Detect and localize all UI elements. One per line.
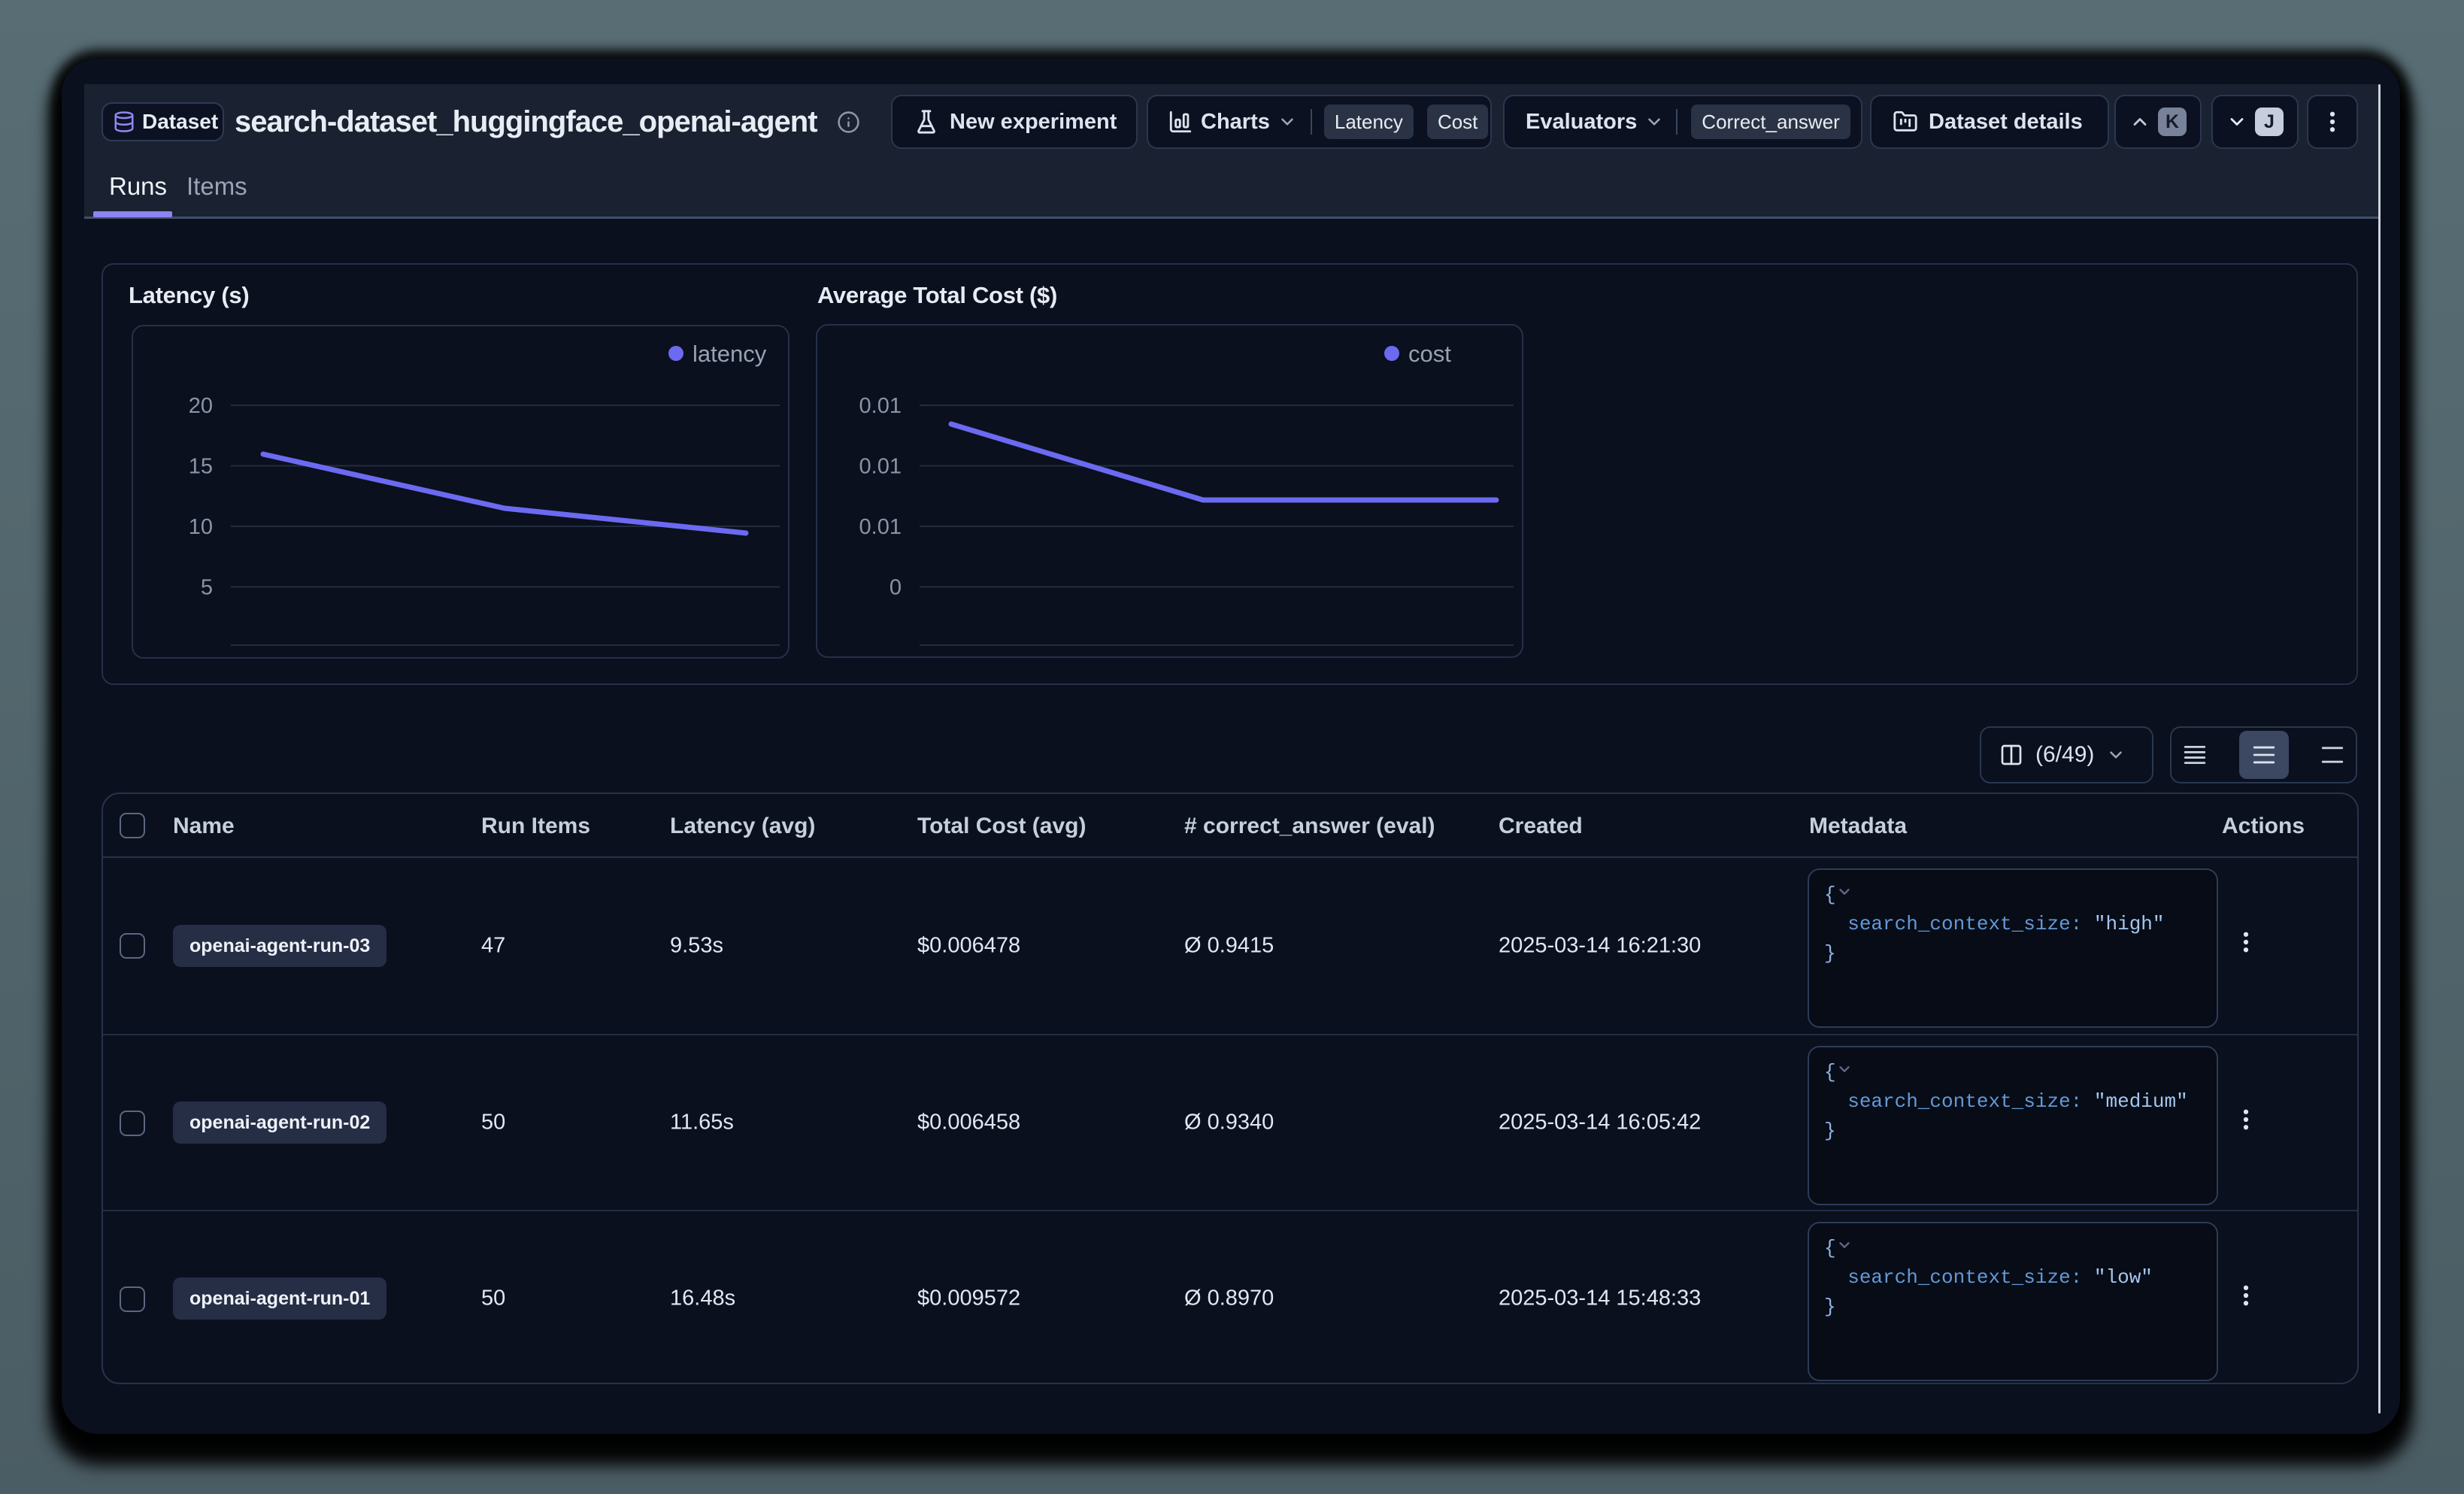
svg-text:20: 20 [189,394,213,418]
svg-text:0.01: 0.01 [859,455,902,479]
svg-text:0.01: 0.01 [859,515,902,539]
svg-text:10: 10 [189,515,213,539]
svg-text:cost: cost [1408,341,1451,367]
svg-text:0: 0 [890,576,902,600]
svg-text:5: 5 [201,576,213,600]
svg-text:15: 15 [189,455,213,479]
svg-text:0.01: 0.01 [859,394,902,418]
svg-text:latency: latency [693,341,767,367]
